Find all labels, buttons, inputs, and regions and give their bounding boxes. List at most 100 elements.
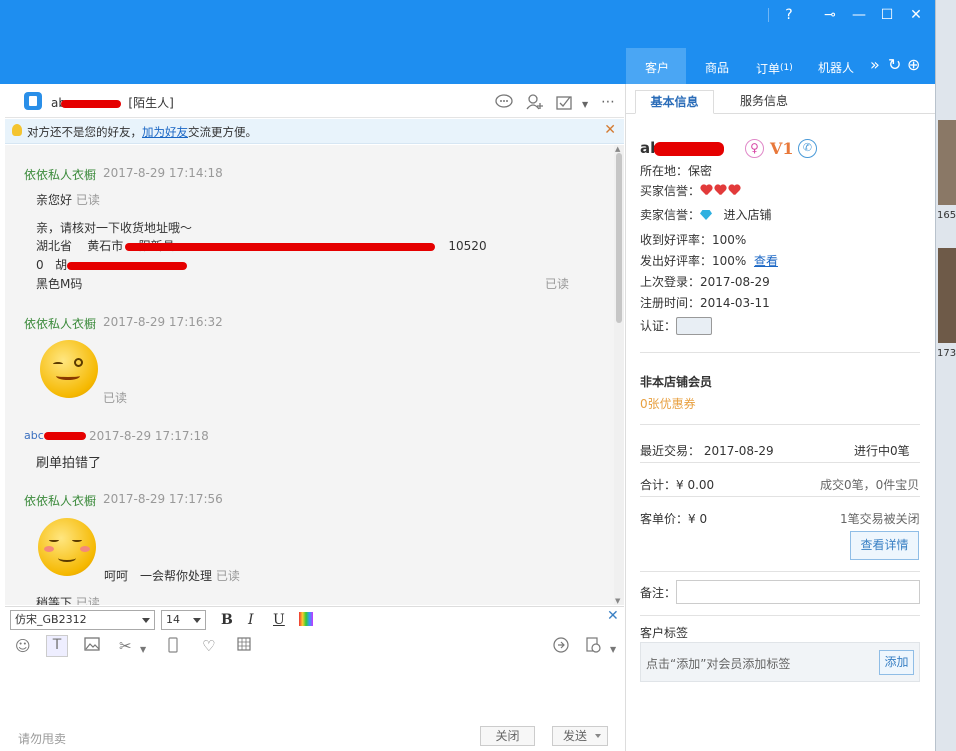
message-scrollbar[interactable]: ▲ ▼ (614, 145, 624, 605)
underline-button[interactable]: U (273, 611, 285, 629)
tags-hint: 点击“添加”对会员添加标签 (646, 657, 791, 671)
avatar[interactable] (24, 92, 42, 110)
message-line: 呵呵 一会帮你处理 (104, 569, 213, 583)
register-label: 注册时间： (640, 296, 701, 310)
history-icon[interactable] (585, 637, 601, 657)
customer-panel: 基本信息 服务信息 abc ♀ V1 ✆ 所在地：保密 买家信誉： 卖家信誉： … (625, 84, 936, 751)
separator (768, 8, 769, 22)
tab-basic-info[interactable]: 基本信息 (635, 90, 714, 114)
good-rate-out-row: 发出好评率：100% 查看 (640, 252, 778, 269)
quick-reply-icon[interactable] (553, 637, 569, 657)
view-link[interactable]: 查看 (754, 254, 778, 268)
refresh-icon[interactable]: ↻ (888, 57, 901, 73)
format-toolbar: 仿宋_GB2312 14 B I U ✕ (5, 606, 624, 634)
add-friend-link[interactable]: 加为好友 (142, 125, 188, 139)
chevron-down-icon[interactable]: ▼ (610, 641, 616, 659)
message-time: 2017-8-29 17:17:56 (103, 492, 223, 506)
calendar-icon[interactable] (237, 637, 251, 655)
note-input[interactable] (676, 580, 920, 604)
close-notice-icon[interactable]: ✕ (604, 122, 616, 138)
call-icon[interactable]: ✆ (798, 139, 817, 158)
more-dots-icon[interactable]: ⋯ (601, 94, 615, 110)
message-line: 亲您好 (36, 193, 73, 207)
maximize-icon[interactable]: ☐ (877, 6, 897, 24)
seller-credit-label: 卖家信誉： (640, 208, 701, 222)
chat-bubble-icon[interactable] (495, 94, 513, 114)
input-placeholder: 请勿甩卖 (18, 732, 67, 746)
location-value: 保密 (688, 164, 713, 178)
tab-order[interactable]: 订单(1) (756, 60, 793, 77)
close-button[interactable]: 关闭 (480, 726, 535, 746)
redaction (124, 242, 435, 251)
send-button[interactable]: 发送 (552, 726, 608, 746)
font-select-value: 仿宋_GB2312 (15, 613, 87, 626)
close-icon[interactable]: ✕ (906, 6, 926, 24)
tab-product[interactable]: 商品 (705, 60, 729, 76)
scissors-icon[interactable]: ✂ (119, 637, 132, 655)
background-window: 1650 173 (935, 0, 956, 751)
image-icon[interactable] (84, 637, 100, 655)
add-tag-button[interactable]: 添加 (879, 650, 914, 675)
address-province: 湖北省 (36, 239, 73, 253)
id-card-icon (676, 317, 713, 335)
message-text: 黑色M码 (36, 277, 83, 291)
edge-number: 1650 (937, 210, 956, 221)
message-input[interactable]: 请勿甩卖 关闭 发送 (5, 660, 624, 751)
minimize-icon[interactable]: — (849, 6, 869, 24)
message-list: 依依私人衣橱 2017-8-29 17:14:18 亲您好 已读 亲，请核对一下… (5, 145, 624, 605)
text-format-icon[interactable]: T (46, 635, 68, 657)
italic-button[interactable]: I (248, 611, 254, 629)
thumbnail (938, 248, 956, 343)
phone-icon[interactable] (166, 637, 180, 657)
heart-icon[interactable]: ♡ (202, 637, 215, 655)
deal-count: 成交0笔，0件宝贝 (820, 478, 920, 492)
seller-credit-row: 卖家信誉： 进入店铺 (640, 206, 771, 223)
scroll-down-icon[interactable]: ▼ (615, 597, 620, 605)
message-text: 稍等下 已读 (36, 594, 100, 605)
emoji-icon[interactable]: ☺ (15, 637, 31, 655)
customer-name: abc (640, 139, 724, 157)
message-time: 2017-8-29 17:16:32 (103, 315, 223, 329)
color-picker-icon[interactable] (299, 612, 313, 626)
task-icon[interactable] (556, 94, 574, 114)
contact-name: abc [陌生人] (51, 94, 174, 111)
tab-customer[interactable]: 客户 (645, 60, 669, 76)
good-rate-out-value: 100% (712, 254, 747, 268)
divider (640, 496, 920, 497)
add-icon[interactable]: ⊕ (907, 57, 920, 73)
tab-robot[interactable]: 机器人 (818, 60, 854, 76)
redaction (653, 141, 724, 156)
tab-order-label: 订单 (756, 62, 781, 76)
divider (640, 352, 920, 353)
add-contact-icon[interactable] (526, 94, 544, 114)
message-text: 呵呵 一会帮你处理 已读 (104, 567, 240, 584)
scroll-up-icon[interactable]: ▲ (615, 145, 620, 153)
divider (640, 615, 920, 616)
help-icon[interactable]: ? (779, 6, 799, 24)
message-text: 亲您好 已读 (36, 191, 100, 208)
message-text: 亲，请核对一下收货地址哦～ (36, 221, 193, 235)
font-select[interactable]: 仿宋_GB2312 (10, 610, 155, 630)
female-icon: ♀ (745, 139, 764, 158)
tab-service-info[interactable]: 服务信息 (724, 90, 804, 114)
register-value: 2014-03-11 (700, 296, 770, 310)
member-status: 非本店铺会员 (640, 375, 713, 389)
close-format-icon[interactable]: ✕ (607, 607, 619, 625)
chevron-down-icon[interactable]: ▼ (140, 641, 146, 659)
view-details-button[interactable]: 查看详情 (850, 531, 919, 560)
contact-tag: [陌生人] (128, 96, 174, 110)
scroll-thumb[interactable] (616, 153, 622, 323)
recent-trade-label: 最近交易： (640, 444, 701, 458)
contact-name-partial: 胡 (55, 258, 68, 272)
chevron-down-icon[interactable]: ▼ (582, 97, 588, 113)
message-sender: 依依私人衣橱 (24, 317, 97, 331)
size-select[interactable]: 14 (161, 610, 206, 630)
message-sender: 依依私人衣橱 (24, 494, 97, 508)
pin-icon[interactable]: ⊸ (820, 6, 840, 24)
bold-button[interactable]: B (221, 611, 233, 629)
more-icon[interactable]: » (870, 57, 880, 73)
coupon-count[interactable]: 0张优惠券 (640, 395, 696, 412)
enter-shop-link[interactable]: 进入店铺 (723, 208, 771, 222)
buyer-name: abc (24, 429, 44, 442)
good-rate-in-label: 收到好评率： (640, 233, 713, 247)
